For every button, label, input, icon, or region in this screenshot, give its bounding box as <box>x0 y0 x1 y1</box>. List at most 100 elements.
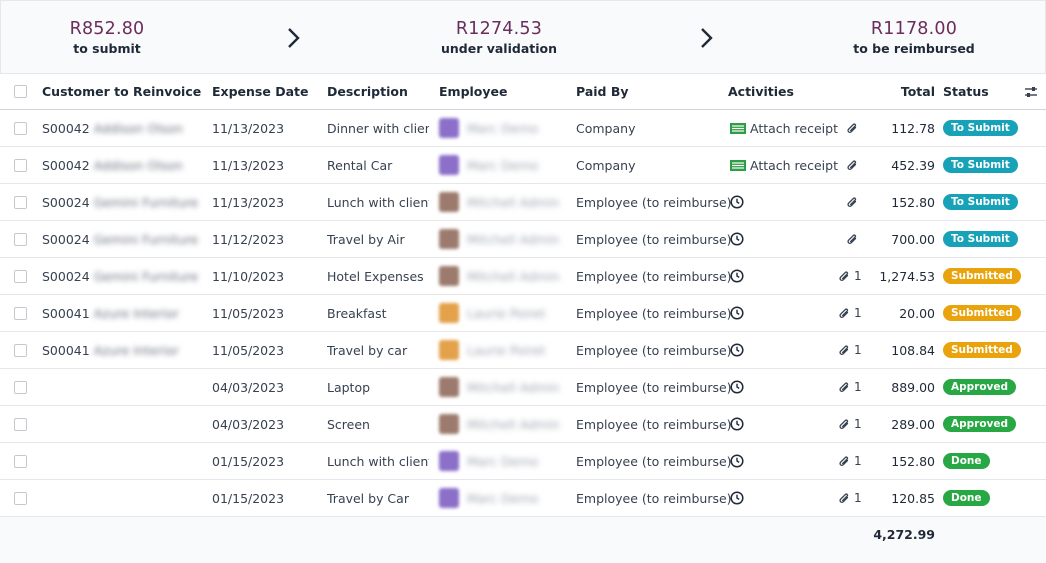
activity-cell[interactable] <box>730 443 744 479</box>
activity-cell[interactable] <box>730 406 744 442</box>
clock-icon[interactable] <box>730 269 744 283</box>
column-header-date[interactable]: Expense Date <box>212 74 308 109</box>
table-row[interactable]: 01/15/2023 Lunch with client Marc Demo Empl… <box>0 443 1046 480</box>
activity-cell[interactable]: Attach receipt <box>730 110 838 146</box>
column-header-total[interactable]: Total <box>880 74 935 109</box>
attachments-button[interactable]: 1 <box>838 443 862 479</box>
row-checkbox[interactable] <box>14 158 27 172</box>
row-checkbox-cell[interactable] <box>14 258 27 294</box>
activity-cell[interactable] <box>730 295 744 331</box>
employee-name: Marc Demo <box>467 157 539 173</box>
row-checkbox-cell[interactable] <box>14 443 27 479</box>
summary-to-be-reimbursed[interactable]: R1178.00 to be reimbursed <box>794 18 1034 58</box>
status-cell: Done <box>943 480 990 516</box>
expense-description: Travel by Car <box>327 490 409 506</box>
attachments-button[interactable]: 1 <box>838 332 862 368</box>
customer-name: Azure Interior <box>93 305 179 321</box>
avatar <box>439 303 459 323</box>
activity-cell[interactable] <box>730 184 744 220</box>
row-checkbox[interactable] <box>14 232 27 246</box>
status-cell: Approved <box>943 406 1017 442</box>
clock-icon[interactable] <box>730 195 744 209</box>
clock-icon[interactable] <box>730 380 744 394</box>
row-checkbox[interactable] <box>14 417 27 431</box>
column-header-activities[interactable]: Activities <box>728 74 794 109</box>
row-checkbox[interactable] <box>14 121 27 135</box>
row-checkbox-cell[interactable] <box>14 184 27 220</box>
receipt-icon <box>730 159 746 171</box>
table-row[interactable]: S00041 Azure Interior 11/05/2023 Breakfast L… <box>0 295 1046 332</box>
clock-icon[interactable] <box>730 454 744 468</box>
summary-to-submit[interactable]: R852.80 to submit <box>0 18 227 58</box>
table-row[interactable]: S00042 Addison Olson 11/13/2023 Rental Car M… <box>0 147 1046 184</box>
activity-cell[interactable]: Attach receipt <box>730 147 838 183</box>
attachments-button[interactable] <box>846 110 859 146</box>
clock-icon[interactable] <box>730 417 744 431</box>
attachments-button[interactable] <box>846 184 859 220</box>
attachments-button[interactable] <box>846 221 859 257</box>
table-row[interactable]: 04/03/2023 Screen Mitchell Admin Employee (… <box>0 406 1046 443</box>
attachment-count: 1 <box>854 343 862 357</box>
table-row[interactable]: S00042 Addison Olson 11/13/2023 Dinner with… <box>0 110 1046 147</box>
activity-cell[interactable] <box>730 369 744 405</box>
attach-receipt-label: Attach receipt <box>750 157 838 173</box>
attachments-button[interactable] <box>846 147 859 183</box>
table-row[interactable]: S00041 Azure Interior 11/05/2023 Travel by … <box>0 332 1046 369</box>
row-checkbox-cell[interactable] <box>14 406 27 442</box>
row-checkbox-cell[interactable] <box>14 332 27 368</box>
clock-icon[interactable] <box>730 491 744 505</box>
select-all-checkbox-cell[interactable] <box>14 74 27 109</box>
table-row[interactable]: S00024 Gemini Furniture 11/13/2023 Lunch wi… <box>0 184 1046 221</box>
row-checkbox[interactable] <box>14 343 27 357</box>
activity-cell[interactable] <box>730 221 744 257</box>
activity-cell[interactable] <box>730 258 744 294</box>
clock-icon[interactable] <box>730 343 744 357</box>
row-checkbox[interactable] <box>14 380 27 394</box>
column-header-description[interactable]: Description <box>327 74 408 109</box>
column-header-status[interactable]: Status <box>943 74 989 109</box>
attachments-button[interactable]: 1 <box>838 369 862 405</box>
employee-cell: Marc Demo <box>439 443 538 479</box>
select-all-checkbox[interactable] <box>14 85 27 98</box>
row-checkbox-cell[interactable] <box>14 147 27 183</box>
expense-date: 11/13/2023 <box>212 194 285 210</box>
summary-under-validation[interactable]: R1274.53 under validation <box>379 18 619 58</box>
status-cell: To Submit <box>943 184 1018 220</box>
row-checkbox[interactable] <box>14 306 27 320</box>
customer-reference: S00041 <box>42 342 90 358</box>
attach-receipt-button[interactable]: Attach receipt <box>730 121 838 136</box>
column-header-employee[interactable]: Employee <box>439 74 508 109</box>
optional-columns-button[interactable] <box>1024 74 1038 109</box>
column-header-paid-by[interactable]: Paid By <box>576 74 629 109</box>
attachments-button[interactable]: 1 <box>838 480 862 516</box>
table-row[interactable]: S00024 Gemini Furniture 11/10/2023 Hotel Ex… <box>0 258 1046 295</box>
activity-cell[interactable] <box>730 480 744 516</box>
row-checkbox-cell[interactable] <box>14 110 27 146</box>
row-checkbox-cell[interactable] <box>14 295 27 331</box>
attach-receipt-button[interactable]: Attach receipt <box>730 158 838 173</box>
row-checkbox[interactable] <box>14 491 27 505</box>
clock-icon[interactable] <box>730 306 744 320</box>
row-checkbox[interactable] <box>14 269 27 283</box>
row-checkbox-cell[interactable] <box>14 221 27 257</box>
customer-name: Addison Olson <box>93 157 183 173</box>
employee-name: Marc Demo <box>467 490 539 506</box>
row-checkbox[interactable] <box>14 454 27 468</box>
expense-total: 112.78 <box>891 120 935 136</box>
attachments-button[interactable]: 1 <box>838 295 862 331</box>
table-row[interactable]: 01/15/2023 Travel by Car Marc Demo Employee… <box>0 480 1046 517</box>
paid-by: Company <box>576 157 636 173</box>
row-checkbox-cell[interactable] <box>14 369 27 405</box>
row-checkbox-cell[interactable] <box>14 480 27 516</box>
avatar <box>439 155 459 175</box>
table-row[interactable]: S00024 Gemini Furniture 11/12/2023 Travel b… <box>0 221 1046 258</box>
attachments-button[interactable]: 1 <box>838 258 862 294</box>
clock-icon[interactable] <box>730 232 744 246</box>
paid-by: Employee (to reimburse) <box>576 231 732 247</box>
attachments-button[interactable]: 1 <box>838 406 862 442</box>
activity-cell[interactable] <box>730 332 744 368</box>
row-checkbox[interactable] <box>14 195 27 209</box>
table-row[interactable]: 04/03/2023 Laptop Mitchell Admin Employee (… <box>0 369 1046 406</box>
column-header-customer[interactable]: Customer to Reinvoice <box>42 74 201 109</box>
expense-description: Travel by car <box>327 342 408 358</box>
